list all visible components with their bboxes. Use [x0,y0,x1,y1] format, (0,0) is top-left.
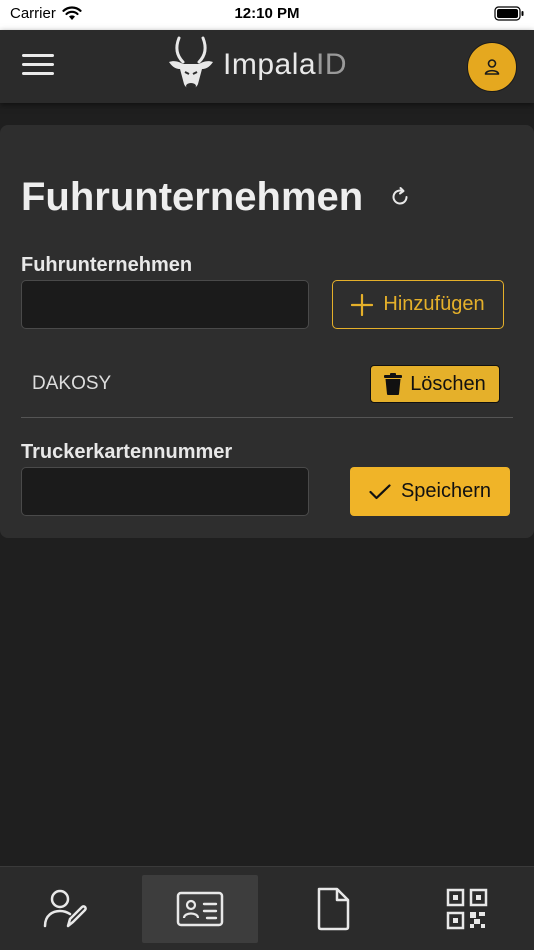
refresh-icon[interactable] [388,185,412,209]
checkmark-icon [369,483,391,499]
save-button[interactable]: Speichern [350,467,510,516]
delete-company-button[interactable]: Löschen [370,365,500,403]
status-time: 12:10 PM [234,5,300,22]
app-logo: ImpalaID [165,36,347,94]
company-field-label: Fuhrunternehmen [21,254,193,276]
nav-item-id-card[interactable] [142,875,258,943]
nav-item-profile[interactable] [9,875,125,943]
nav-item-documents[interactable] [275,875,391,943]
add-company-label: Hinzufügen [383,293,485,315]
card-number-input[interactable] [21,467,309,516]
trash-icon [384,373,403,395]
delete-company-label: Löschen [410,372,486,395]
card-number-field-label: Truckerkartennummer [21,441,233,463]
page-title: Fuhrunternehmen [21,175,364,219]
menu-icon [22,54,54,57]
company-list-item: DAKOSY Löschen [21,363,513,418]
add-company-button[interactable]: Hinzufügen [332,280,504,329]
company-card: Fuhrunternehmen Fuhrunternehmen Hinzufüg… [0,125,534,538]
battery-icon [494,6,524,27]
plus-icon [351,293,374,316]
impala-logo-icon [169,36,213,89]
nav-item-qr-code[interactable] [409,875,525,943]
qr-code-icon [446,888,488,930]
id-card-icon [176,891,224,927]
status-bar: Carrier 12:10 PM [0,0,534,30]
user-icon [484,59,500,75]
bottom-nav [0,866,534,950]
logo-suffix: ID [316,48,348,81]
save-button-label: Speichern [400,480,492,502]
company-input[interactable] [21,280,309,329]
document-icon [317,887,350,931]
logo-name: Impala [223,48,317,81]
app-header: ImpalaID [0,30,534,103]
user-profile-button[interactable] [467,42,517,92]
company-name: DAKOSY [32,373,112,394]
user-edit-icon [43,889,87,928]
menu-button[interactable] [22,54,54,80]
logo-text: ImpalaID [223,48,347,82]
